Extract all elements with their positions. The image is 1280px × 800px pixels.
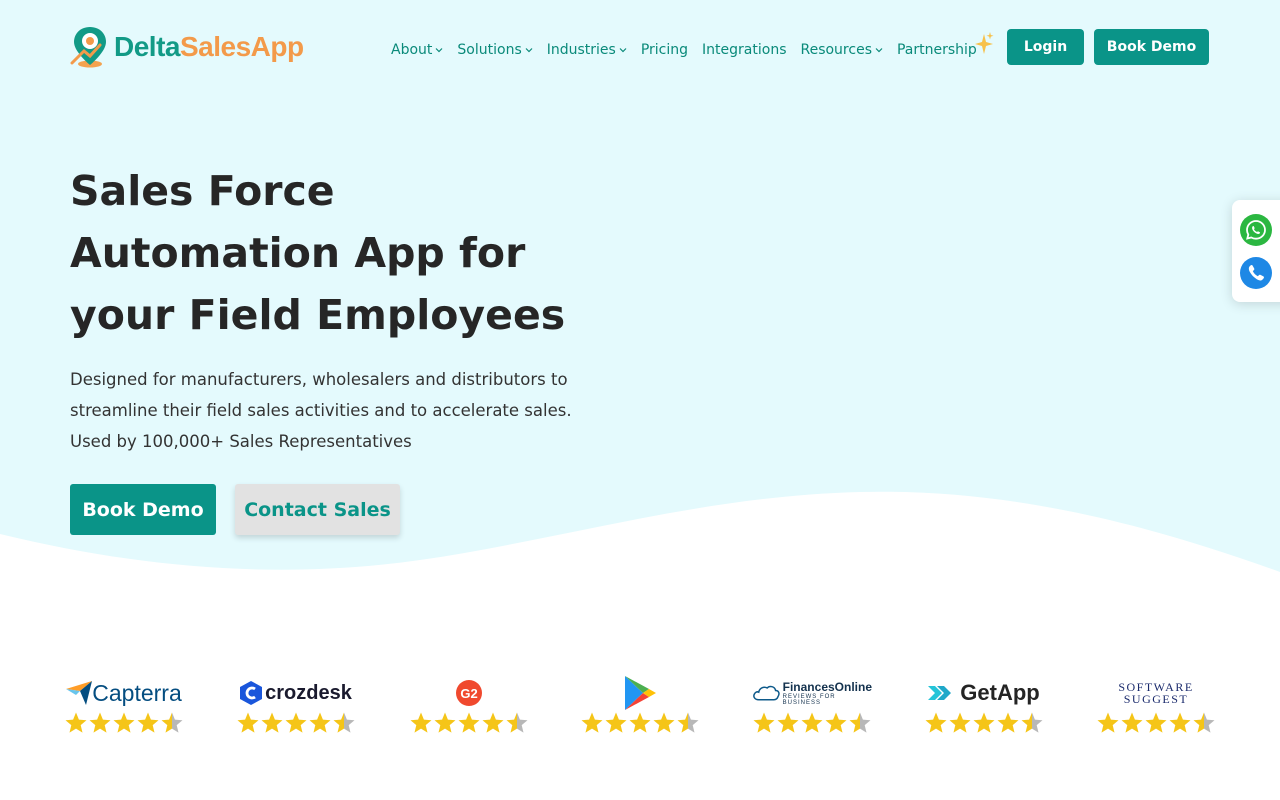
book-demo-header-button[interactable]: Book Demo bbox=[1094, 29, 1209, 65]
crozdesk-hex-icon bbox=[240, 681, 263, 705]
main-nav: About Solutions Industries Pricing Integ… bbox=[391, 38, 977, 62]
capterra-logo: Capterra bbox=[64, 676, 184, 710]
hero-title: Sales Force Automation App for your Fiel… bbox=[70, 167, 566, 339]
nav-item-label: About bbox=[391, 42, 433, 58]
login-button[interactable]: Login bbox=[1007, 29, 1084, 65]
google-play-logo bbox=[580, 676, 700, 710]
phone-button[interactable] bbox=[1240, 257, 1272, 289]
rating-stars bbox=[65, 712, 183, 733]
nav-item-about[interactable]: About bbox=[391, 42, 443, 58]
review-platform-name: FinancesOnline bbox=[782, 680, 872, 694]
getapp-logo: GetApp bbox=[924, 676, 1044, 710]
hero-subtitle-line: Used by 100,000+ Sales Representatives bbox=[70, 432, 412, 451]
nav-item-partnership[interactable]: Partnership bbox=[897, 42, 977, 58]
review-platform-name: GetApp bbox=[960, 680, 1040, 705]
review-g2[interactable]: G2 bbox=[409, 676, 529, 740]
rating-stars bbox=[753, 712, 871, 733]
chevron-down-icon bbox=[435, 48, 443, 53]
review-software-suggest[interactable]: Software Suggest bbox=[1096, 676, 1216, 740]
rating-stars bbox=[1097, 712, 1215, 733]
review-financesonline[interactable]: FinancesOnline REVIEWS FOR BUSINESS bbox=[752, 676, 872, 740]
getapp-chevrons-icon bbox=[928, 686, 952, 700]
rating-stars bbox=[925, 712, 1043, 733]
review-capterra[interactable]: Capterra bbox=[64, 676, 184, 740]
phone-icon bbox=[1248, 265, 1264, 281]
review-platform-name: G2 bbox=[460, 686, 477, 701]
sparkle-icon bbox=[975, 32, 994, 54]
rating-stars bbox=[237, 712, 355, 733]
whatsapp-icon bbox=[1246, 220, 1266, 240]
nav-item-label: Solutions bbox=[457, 42, 522, 58]
review-platform-name: Software Suggest bbox=[1118, 680, 1194, 706]
review-getapp[interactable]: GetApp bbox=[924, 676, 1044, 740]
chevron-down-icon bbox=[875, 48, 883, 53]
software-suggest-logo: Software Suggest bbox=[1096, 676, 1216, 710]
review-crozdesk[interactable]: crozdesk bbox=[236, 676, 356, 740]
nav-item-industries[interactable]: Industries bbox=[547, 42, 627, 58]
location-pin-logo-icon bbox=[70, 27, 106, 68]
nav-item-label: Industries bbox=[546, 42, 616, 58]
capterra-arrow-icon bbox=[66, 681, 93, 705]
nav-item-label: Partnership bbox=[896, 42, 977, 58]
financesonline-logo: FinancesOnline REVIEWS FOR BUSINESS bbox=[752, 676, 872, 710]
contact-sales-button[interactable]: Contact Sales bbox=[235, 484, 400, 535]
floating-contact-widget bbox=[1232, 200, 1280, 302]
logo-text-delta: Delta bbox=[114, 31, 180, 62]
chevron-down-icon bbox=[619, 48, 627, 53]
nav-item-label: Resources bbox=[800, 42, 872, 58]
review-platform-name: Capterra bbox=[92, 679, 182, 706]
nav-item-integrations[interactable]: Integrations bbox=[702, 42, 786, 58]
book-demo-button[interactable]: Book Demo bbox=[70, 484, 216, 535]
hero-subtitle: Designed for manufacturers, wholesalers … bbox=[70, 364, 590, 457]
nav-item-label: Pricing bbox=[640, 42, 689, 58]
review-platform-name: crozdesk bbox=[265, 681, 352, 704]
chevron-down-icon bbox=[525, 48, 533, 53]
nav-item-solutions[interactable]: Solutions bbox=[457, 42, 533, 58]
review-google-play[interactable] bbox=[580, 676, 700, 740]
review-platform-tagline: REVIEWS FOR BUSINESS bbox=[782, 694, 836, 706]
whatsapp-button[interactable] bbox=[1240, 214, 1272, 246]
hero-subtitle-line: streamline their field sales activities … bbox=[70, 401, 572, 420]
rating-stars bbox=[581, 712, 699, 733]
crozdesk-logo: crozdesk bbox=[236, 676, 356, 710]
nav-item-label: Integrations bbox=[702, 42, 787, 58]
google-play-icon bbox=[625, 676, 656, 710]
logo-text-salesapp: SalesApp bbox=[179, 31, 304, 62]
logo-wordmark: DeltaSalesApp bbox=[114, 31, 304, 63]
nav-item-resources[interactable]: Resources bbox=[800, 42, 883, 58]
nav-item-pricing[interactable]: Pricing bbox=[641, 42, 688, 58]
cloud-icon bbox=[753, 685, 780, 701]
g2-badge-icon: G2 bbox=[456, 680, 482, 706]
hero-subtitle-line: Designed for manufacturers, wholesalers … bbox=[70, 370, 568, 389]
rating-stars bbox=[410, 712, 528, 733]
g2-logo: G2 bbox=[409, 676, 529, 710]
site-logo[interactable]: DeltaSalesApp bbox=[70, 24, 304, 70]
